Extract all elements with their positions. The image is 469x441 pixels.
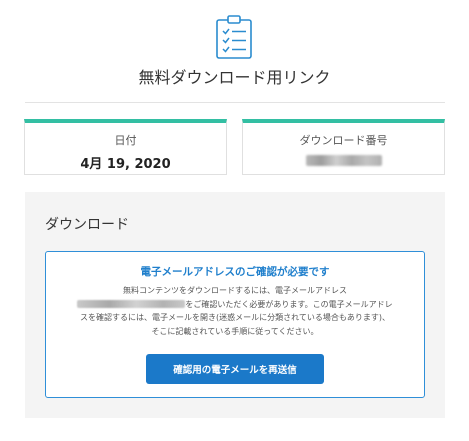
notice-body: 無料コンテンツをダウンロードするには、電子メールアドレス をご確認いただく必要が… <box>52 284 418 338</box>
download-section-title: ダウンロード <box>45 217 129 233</box>
resend-email-button[interactable]: 確認用の電子メールを再送信 <box>146 354 324 384</box>
download-page: 無料ダウンロード用リンク 日付 4月 19, 2020 ダウンロード番号 ダウン… <box>0 0 469 441</box>
download-panel: ダウンロード 電子メールアドレスのご確認が必要です 無料コンテンツをダウンロード… <box>25 192 445 418</box>
notice-line-4: そこに記載されている手順に従ってください。 <box>151 326 319 336</box>
date-card: 日付 4月 19, 2020 <box>24 119 227 175</box>
notice-heading: 電子メールアドレスのご確認が必要です <box>140 266 330 278</box>
download-number-label: ダウンロード番号 <box>299 134 388 147</box>
notice-line-1: 無料コンテンツをダウンロードするには、電子メールアドレス <box>123 286 347 295</box>
clipboard-checklist-icon <box>215 14 253 60</box>
notice-line-3: スを確認するには、電子メールを開き(迷惑メールに分類されている場合もあります)、 <box>80 313 390 322</box>
email-verification-notice: 電子メールアドレスのご確認が必要です 無料コンテンツをダウンロードするには、電子… <box>45 251 425 398</box>
date-label: 日付 <box>114 134 137 147</box>
notice-line-2: をご確認いただく必要があります。この電子メールアドレ <box>52 298 418 312</box>
date-value: 4月 19, 2020 <box>80 157 171 172</box>
header-divider <box>25 102 445 103</box>
email-address-redacted <box>77 300 186 308</box>
download-number-redacted <box>305 155 382 166</box>
notice-line-2-text: をご確認いただく必要があります。この電子メールアドレ <box>185 299 393 309</box>
download-number-card: ダウンロード番号 <box>242 119 445 175</box>
page-title: 無料ダウンロード用リンク <box>138 68 331 87</box>
